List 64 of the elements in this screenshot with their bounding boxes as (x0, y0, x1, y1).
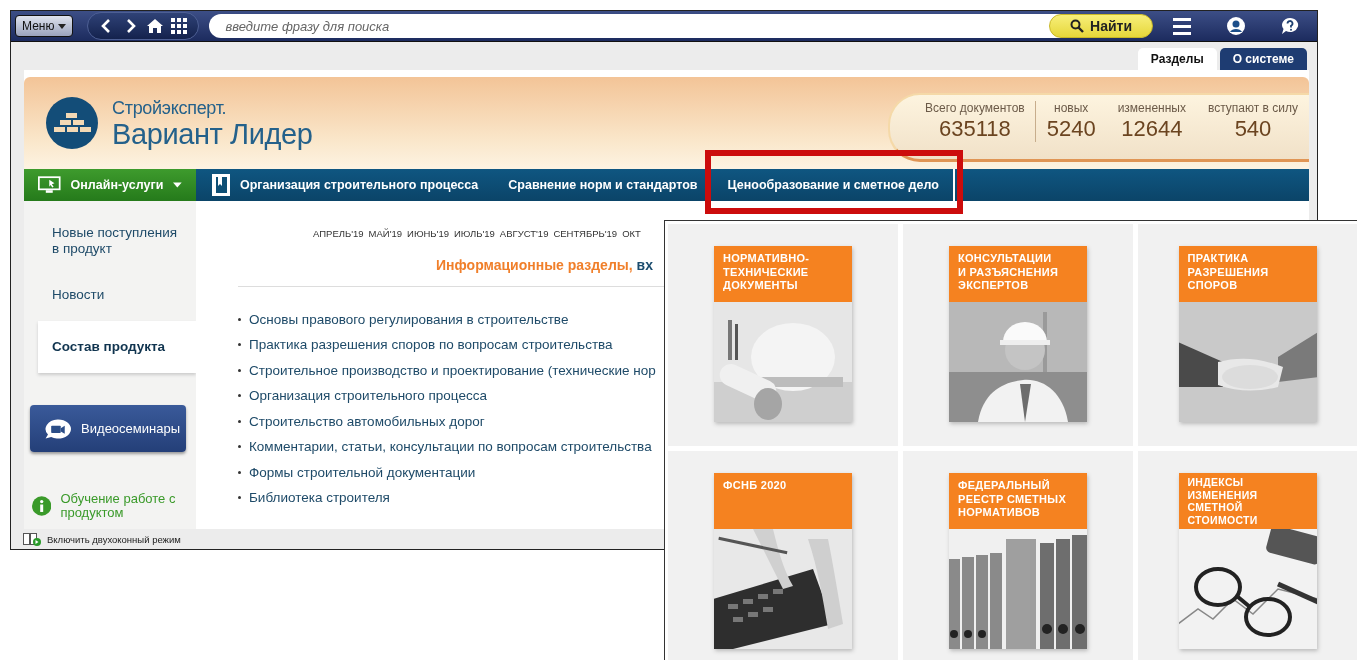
month-link[interactable]: ИЮЛЬ'19 (453, 228, 495, 239)
logo-icon (46, 97, 98, 149)
section-link[interactable]: Строительство автомобильных дорог (249, 413, 485, 429)
book-title: ФСНБ 2020 (714, 473, 852, 529)
menu-button[interactable]: Меню (15, 15, 74, 37)
sidebar-item[interactable]: Новости (24, 281, 196, 309)
two-window-icon (23, 532, 41, 546)
user-icon (1227, 17, 1245, 35)
monitor-icon (38, 175, 61, 195)
caret-icon (173, 182, 182, 188)
tab[interactable]: Разделы (1137, 48, 1217, 70)
bullet-icon (238, 470, 241, 474)
grid-icon (171, 18, 188, 34)
bullet-icon (238, 317, 241, 321)
book-title: ИНДЕКСЫ ИЗМЕНЕНИЯ СМЕТНОЙ СТОИМОСТИ (1178, 473, 1317, 529)
find-button[interactable]: Найти (1049, 14, 1153, 38)
home-icon (147, 18, 164, 34)
bullet-icon (238, 368, 241, 372)
tab[interactable]: О системе (1219, 48, 1307, 70)
caret-icon (58, 23, 67, 29)
book-icon (212, 174, 230, 196)
bullet-icon (238, 343, 241, 347)
search-icon (1070, 19, 1084, 33)
month-link[interactable]: МАЙ'19 (368, 228, 403, 239)
book-title: НОРМАТИВНО- ТЕХНИЧЕСКИЕ ДОКУМЕНТЫ (714, 246, 852, 302)
menu-icon (1173, 17, 1191, 35)
section-link[interactable]: Основы правового регулирования в строительстве (249, 311, 569, 327)
book-title: КОНСУЛЬТАЦИИ И РАЗЪЯСНЕНИЯ ЭКСПЕРТОВ (949, 246, 1087, 302)
help-icon (1281, 17, 1299, 35)
section-link[interactable]: Организация строительного процесса (249, 388, 487, 404)
info-icon (32, 493, 52, 519)
stat-label: Всего документов (925, 100, 1025, 115)
search-field[interactable]: введите фразу для поиска Найти (209, 14, 1151, 38)
month-link[interactable]: СЕНТЯБРЬ'19 (553, 228, 618, 239)
stat-value: 635118 (937, 115, 1012, 142)
month-link[interactable]: АВГУСТ'19 (499, 228, 549, 239)
section-link[interactable]: Практика разрешения споров по вопросам строительства (249, 337, 613, 353)
stat-value: 12644 (1120, 115, 1184, 142)
nav-tab[interactable]: Онлайн-услуги (24, 169, 196, 201)
brand-title: Вариант Лидер (112, 118, 313, 149)
month-link[interactable]: ИЮНЬ'19 (407, 228, 449, 239)
bullet-icon (238, 394, 241, 398)
sidebar-item[interactable]: Новые поступления в продукт (24, 219, 196, 263)
section-link[interactable]: Формы строительной документации (249, 464, 476, 480)
sidebar-item[interactable]: Состав продукта (38, 321, 196, 373)
book-title: ПРАКТИКА РАЗРЕШЕНИЯ СПОРОВ (1178, 246, 1317, 302)
brand-subtitle: Стройэксперт. (112, 97, 228, 119)
stat-label: вступают в силу (1207, 100, 1298, 115)
book-title: ФЕДЕРАЛЬНЫЙ РЕЕСТР СМЕТНЫХ НОРМАТИВОВ (949, 473, 1087, 529)
bullet-icon (238, 496, 241, 500)
bullet-icon (238, 419, 241, 423)
stat-value: 5240 (1046, 115, 1096, 142)
month-link[interactable]: АПРЕЛЬ'19 (313, 228, 364, 239)
section-link[interactable]: Библиотека строителя (249, 490, 390, 506)
section-link[interactable]: Строительное производство и проектирование (технические нор (249, 362, 656, 378)
stat-label: новых (1053, 100, 1090, 115)
bullet-icon (238, 445, 241, 449)
section-title: Информационные разделы, вх (436, 257, 653, 273)
video-button[interactable]: Видеосеминары (30, 405, 186, 452)
stat-value: 540 (1233, 115, 1273, 142)
month-link[interactable]: ОКТ (622, 228, 641, 239)
two-window-mode-link[interactable]: Включить двухоконный режим (47, 533, 181, 545)
section-link[interactable]: Комментарии, статьи, консультации по вопросам строительства (249, 439, 652, 455)
stat-label: измененных (1117, 100, 1186, 115)
